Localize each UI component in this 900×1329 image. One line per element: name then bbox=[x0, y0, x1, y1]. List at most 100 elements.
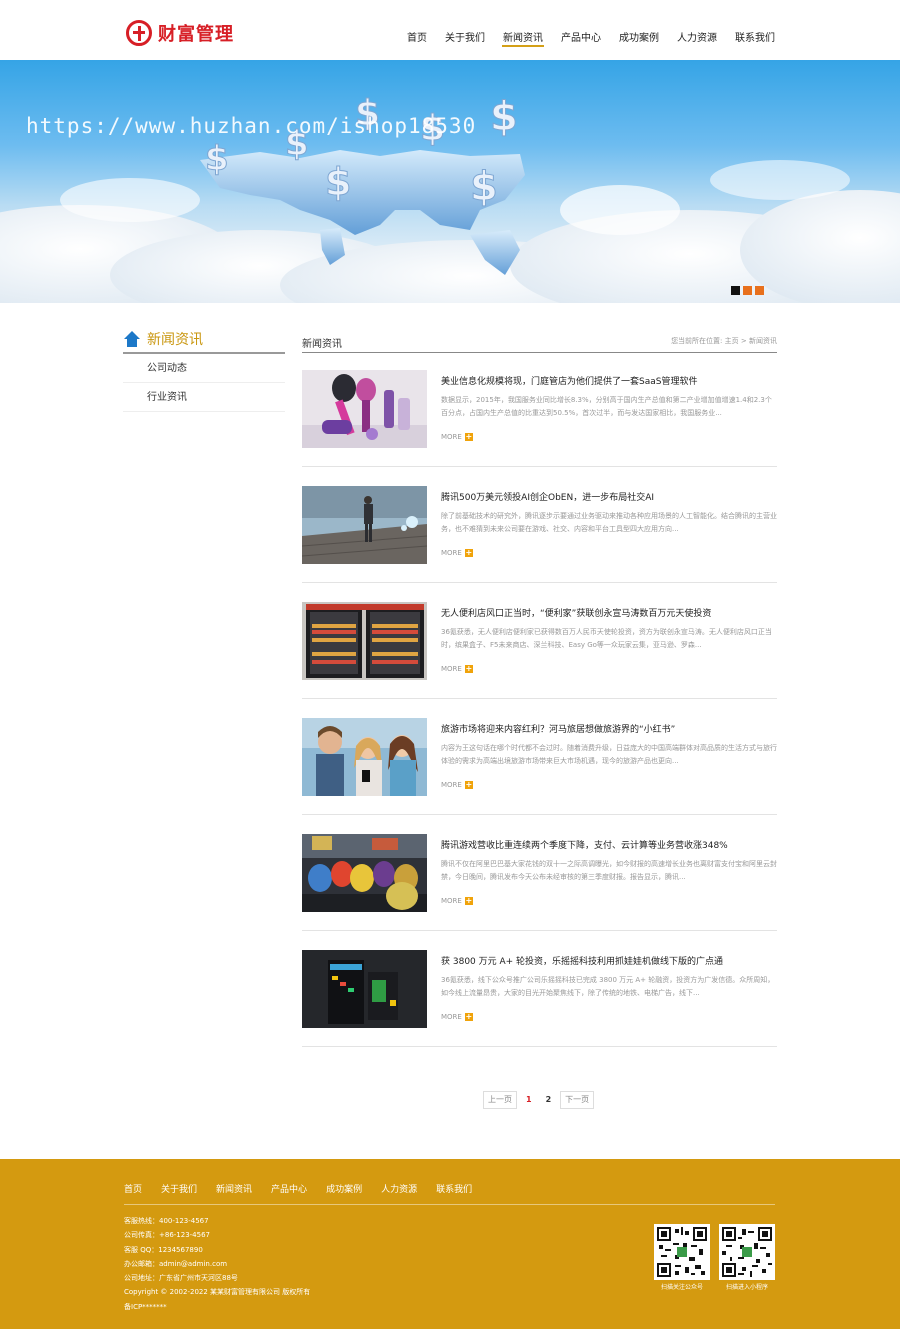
sidebar-item-industry-news[interactable]: 行业资讯 bbox=[123, 383, 285, 412]
main-header: 新闻资讯 您当前所在位置: 主页 > 新闻资讯 bbox=[302, 332, 777, 353]
banner-image: $ $ $ $ $ $ $ bbox=[0, 93, 900, 303]
news-summary: 数据显示，2015年，我国服务业同比增长8.3%，分别高于国内生产总值和第二产业… bbox=[441, 396, 772, 417]
next-page-button[interactable]: 下一页 bbox=[560, 1091, 595, 1109]
home-icon bbox=[123, 330, 141, 347]
more-link[interactable]: MORE + bbox=[441, 665, 473, 673]
sidebar-header: 新闻资讯 bbox=[123, 325, 285, 354]
vending-machine-image bbox=[302, 602, 427, 680]
list-item: 美业信息化规模将现，门庭管店为他们提供了一套SaaS管理软件 数据显示，2015… bbox=[302, 370, 777, 467]
list-item: 获 3800 万元 A+ 轮投资，乐摇摇科技利用抓娃娃机做线下版的广点通 36氪… bbox=[302, 950, 777, 1047]
more-link[interactable]: MORE + bbox=[441, 897, 473, 905]
news-summary: 腾讯不仅在阿里巴巴基大家花钱的双十一之际高调曝光，如今财报的高速增长业务也离财富… bbox=[441, 860, 777, 881]
list-item: 无人便利店风口正当时，“便利家”获联创永宣马涛数百万元天使投资 36氪获悉，无人… bbox=[302, 602, 777, 699]
more-label: MORE bbox=[441, 781, 462, 789]
nav-item-cases[interactable]: 成功案例 bbox=[610, 0, 668, 60]
logo-text: 财富管理 bbox=[158, 24, 234, 45]
footer-email: 办公邮箱：admin@admin.com bbox=[124, 1259, 228, 1268]
footer-address: 公司地址：广东省广州市天河区88号 bbox=[124, 1274, 238, 1283]
page-number-current[interactable]: 1 bbox=[521, 1091, 537, 1109]
prev-page-button[interactable]: 上一页 bbox=[483, 1091, 517, 1109]
news-thumbnail[interactable] bbox=[302, 950, 427, 1028]
more-link[interactable]: MORE + bbox=[441, 781, 473, 789]
svg-text:$: $ bbox=[470, 164, 498, 210]
more-label: MORE bbox=[441, 665, 462, 673]
breadcrumb-home-link[interactable]: 主页 bbox=[725, 337, 739, 345]
footer-nav-home[interactable]: 首页 bbox=[124, 1182, 142, 1195]
more-label: MORE bbox=[441, 897, 462, 905]
list-item: 腾讯游戏营收比重连续两个季度下降，支付、云计算等业务营收涨348% 腾讯不仅在阿… bbox=[302, 834, 777, 931]
page-title: 新闻资讯 bbox=[302, 339, 342, 350]
footer-hotline: 客服热线：400-123-4567 bbox=[124, 1217, 209, 1225]
news-title[interactable]: 旅游市场将迎来内容红利？河马旅居想做旅游界的“小红书” bbox=[441, 722, 777, 735]
svg-text:$: $ bbox=[205, 139, 229, 179]
footer-nav-about[interactable]: 关于我们 bbox=[161, 1182, 197, 1195]
footer-nav: 首页 关于我们 新闻资讯 产品中心 成功案例 人力资源 联系我们 bbox=[124, 1182, 491, 1195]
nav-item-contact[interactable]: 联系我们 bbox=[726, 0, 784, 60]
friends-phone-image bbox=[302, 718, 427, 796]
more-link[interactable]: MORE + bbox=[441, 1013, 473, 1021]
footer-nav-products[interactable]: 产品中心 bbox=[271, 1182, 307, 1195]
footer-nav-contact[interactable]: 联系我们 bbox=[436, 1182, 472, 1195]
footer-nav-hr[interactable]: 人力资源 bbox=[381, 1182, 417, 1195]
hero-banner[interactable]: $ $ $ $ $ $ $ https://www.huzhan.com/ish… bbox=[0, 60, 900, 303]
footer-nav-cases[interactable]: 成功案例 bbox=[326, 1182, 362, 1195]
qr-mini-program: 扫描进入小程序 bbox=[719, 1224, 775, 1291]
news-title[interactable]: 腾讯游戏营收比重连续两个季度下降，支付、云计算等业务营收涨348% bbox=[441, 838, 777, 851]
qr-code-icon bbox=[654, 1224, 710, 1280]
news-thumbnail[interactable] bbox=[302, 602, 427, 680]
news-thumbnail[interactable] bbox=[302, 370, 427, 448]
news-title[interactable]: 美业信息化规模将现，门庭管店为他们提供了一套SaaS管理软件 bbox=[441, 374, 777, 387]
footer-nav-news[interactable]: 新闻资讯 bbox=[216, 1182, 252, 1195]
svg-text:$: $ bbox=[490, 94, 518, 140]
more-label: MORE bbox=[441, 433, 462, 441]
news-summary: 36氪获悉，线下公众号推广公司乐摇摇科技已完成 3800 万元 A+ 轮融资，投… bbox=[441, 976, 775, 997]
main-content: 新闻资讯 您当前所在位置: 主页 > 新闻资讯 美业信息化规模将现，门庭管店为他… bbox=[302, 332, 777, 1047]
news-thumbnail[interactable] bbox=[302, 718, 427, 796]
news-list: 美业信息化规模将现，门庭管店为他们提供了一套SaaS管理软件 数据显示，2015… bbox=[302, 370, 777, 1047]
site-header: 财富管理 首页 关于我们 新闻资讯 产品中心 成功案例 人力资源 联系我们 bbox=[0, 0, 900, 60]
main-nav: 首页 关于我们 新闻资讯 产品中心 成功案例 人力资源 联系我们 bbox=[398, 0, 784, 60]
footer-qq: 客服 QQ：1234567890 bbox=[124, 1245, 203, 1254]
nav-item-news[interactable]: 新闻资讯 bbox=[494, 0, 552, 60]
footer-icp: 备ICP******* bbox=[124, 1302, 167, 1311]
banner-dot[interactable] bbox=[755, 286, 764, 295]
site-footer: 首页 关于我们 新闻资讯 产品中心 成功案例 人力资源 联系我们 客服热线：40… bbox=[0, 1159, 900, 1329]
plus-icon: + bbox=[464, 548, 473, 557]
nav-item-home[interactable]: 首页 bbox=[398, 0, 436, 60]
footer-copyright: Copyright © 2002-2022 某某财富管理有限公司 版权所有 bbox=[124, 1288, 311, 1297]
banner-dot[interactable] bbox=[743, 286, 752, 295]
news-summary: 36氪获悉，无人便利店便利家已获得数百万人民币天使轮投资，资方为联创永宣马涛。无… bbox=[441, 628, 772, 649]
claw-machine-image bbox=[302, 950, 427, 1028]
footer-divider bbox=[124, 1204, 775, 1205]
pagination: 上一页 1 2 下一页 bbox=[483, 1091, 595, 1109]
svg-text:$: $ bbox=[325, 160, 351, 204]
list-item: 旅游市场将迎来内容红利？河马旅居想做旅游界的“小红书” 内容为王这句话在哪个时代… bbox=[302, 718, 777, 815]
more-link[interactable]: MORE + bbox=[441, 433, 473, 441]
qr-label: 扫描关注公众号 bbox=[660, 1284, 703, 1291]
news-title[interactable]: 获 3800 万元 A+ 轮投资，乐摇摇科技利用抓娃娃机做线下版的广点通 bbox=[441, 954, 777, 967]
list-item: 腾讯500万美元领投AI创企ObEN，进一步布局社交AI 除了前基础技术的研究外… bbox=[302, 486, 777, 583]
banner-dot[interactable] bbox=[731, 286, 740, 295]
news-title[interactable]: 无人便利店风口正当时，“便利家”获联创永宣马涛数百万元天使投资 bbox=[441, 606, 777, 619]
nav-item-hr[interactable]: 人力资源 bbox=[668, 0, 726, 60]
page-number[interactable]: 2 bbox=[540, 1091, 557, 1109]
banner-watermark: https://www.huzhan.com/ishop18530 bbox=[26, 114, 477, 138]
qr-code-icon bbox=[719, 1224, 775, 1280]
nav-item-about[interactable]: 关于我们 bbox=[436, 0, 494, 60]
breadcrumb: 您当前所在位置: 主页 > 新闻资讯 bbox=[671, 336, 777, 346]
sidebar-title: 新闻资讯 bbox=[147, 331, 203, 348]
cosmetics-image bbox=[302, 370, 427, 448]
banner-pagination bbox=[731, 286, 764, 295]
news-thumbnail[interactable] bbox=[302, 486, 427, 564]
news-thumbnail[interactable] bbox=[302, 834, 427, 912]
logo-icon bbox=[126, 20, 152, 46]
plus-icon: + bbox=[464, 432, 473, 441]
plus-icon: + bbox=[464, 780, 473, 789]
footer-contact-info: 客服热线：400-123-4567 公司传真：+86-123-4567 客服 Q… bbox=[124, 1214, 310, 1314]
news-title[interactable]: 腾讯500万美元领投AI创企ObEN，进一步布局社交AI bbox=[441, 490, 777, 503]
news-summary: 除了前基础技术的研究外，腾讯逐步示要通过业务驱动来推动各种应用场景的人工智能化。… bbox=[441, 512, 777, 533]
sidebar-item-company-news[interactable]: 公司动态 bbox=[123, 354, 285, 383]
nav-item-products[interactable]: 产品中心 bbox=[552, 0, 610, 60]
more-link[interactable]: MORE + bbox=[441, 549, 473, 557]
logo[interactable]: 财富管理 bbox=[126, 20, 234, 46]
